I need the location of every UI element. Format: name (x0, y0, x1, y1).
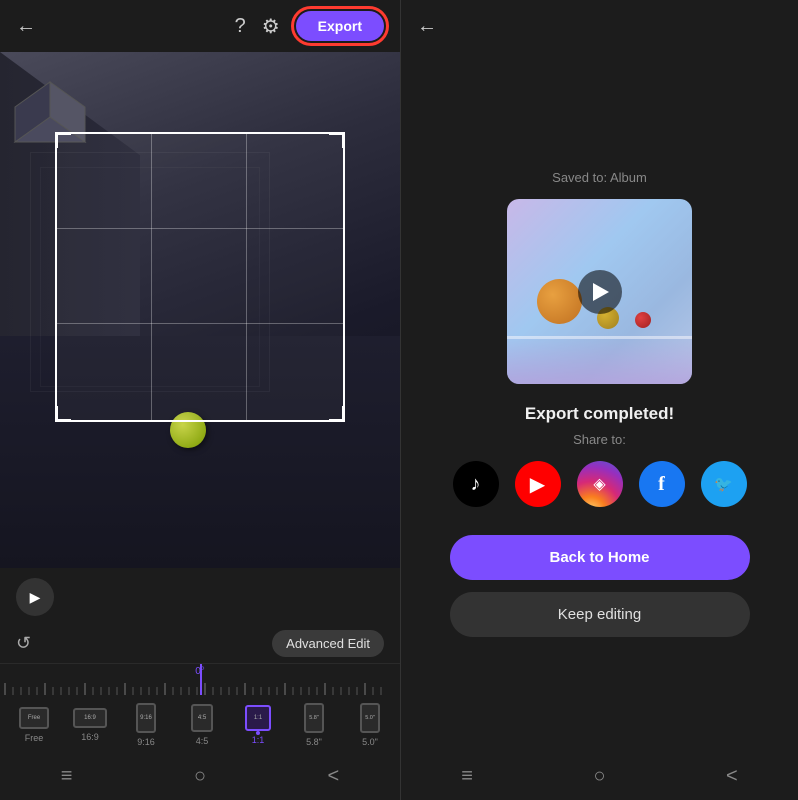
keep-editing-button[interactable]: Keep editing (450, 592, 750, 637)
nav-bar-right: ≡ ○ < (401, 755, 798, 800)
share-instagram-button[interactable]: ◈ (577, 461, 623, 507)
right-panel: ← Saved to: Album Export completed! Shar… (401, 0, 798, 800)
crop-grid (57, 134, 343, 420)
export-button[interactable]: Export (296, 11, 384, 41)
reset-button[interactable]: ↺ (16, 633, 31, 654)
share-icons: ♪ ▶ ◈ f 🐦 (453, 461, 747, 507)
aspect-item-4-5[interactable]: 4:5 4:5 (180, 704, 224, 746)
aspect-item-16-9[interactable]: 16:9 16:9 (68, 708, 112, 742)
right-header: ← (401, 0, 798, 52)
header-icons: ? ⚙ Export (235, 11, 384, 41)
aspect-item-9-16[interactable]: 9:16 9:16 (124, 703, 168, 747)
aspect-ratio-bar: Free Free 16:9 16:9 9:16 9:16 4:5 4:5 1:… (0, 695, 400, 755)
advanced-edit-button[interactable]: Advanced Edit (272, 630, 384, 657)
left-header: ← ? ⚙ Export (0, 0, 400, 52)
grid-line-h1 (57, 228, 343, 229)
left-panel: ← ? ⚙ Export (0, 0, 400, 800)
aspect-item-5-8[interactable]: 5.8" 5.8" (292, 703, 336, 747)
right-nav-back-icon[interactable]: < (726, 765, 738, 788)
right-nav-menu-icon[interactable]: ≡ (461, 765, 473, 788)
nav-bar-left: ≡ ○ < (0, 755, 400, 800)
video-thumbnail[interactable] (507, 199, 692, 384)
thumbnail-ball-1 (537, 279, 582, 324)
grid-line-v1 (151, 134, 152, 420)
nav-home-icon[interactable]: ○ (194, 765, 206, 788)
thumbnail-gradient (507, 334, 692, 384)
aspect-icon-4-5: 4:5 (191, 704, 213, 732)
saved-label: Saved to: Album (552, 170, 647, 185)
aspect-label-5-0: 5.0" (362, 737, 378, 747)
twitter-icon: 🐦 (714, 475, 733, 493)
aspect-item-5-0[interactable]: 5.0" 5.0" (348, 703, 392, 747)
aspect-icon-free: Free (19, 707, 49, 729)
share-facebook-button[interactable]: f (639, 461, 685, 507)
share-youtube-button[interactable]: ▶ (515, 461, 561, 507)
aspect-icon-16-9: 16:9 (73, 708, 107, 728)
share-twitter-button[interactable]: 🐦 (701, 461, 747, 507)
bottom-controls: ▶ ↺ Advanced Edit 0° /* ticks rendered v… (0, 568, 400, 800)
ruler-ticks-svg (0, 663, 400, 695)
help-button[interactable]: ? (235, 15, 246, 38)
aspect-label-9-16: 9:16 (137, 737, 155, 747)
nav-menu-icon[interactable]: ≡ (61, 765, 73, 788)
right-nav-home-icon[interactable]: ○ (593, 765, 605, 788)
facebook-icon: f (658, 473, 665, 496)
aspect-icon-1-1: 1:1 (245, 705, 271, 731)
timeline-ruler[interactable]: 0° /* ticks rendered via CSS below */ (0, 663, 400, 695)
thumbnail-play-overlay[interactable] (578, 270, 622, 314)
aspect-label-4-5: 4:5 (196, 736, 209, 746)
crop-overlay[interactable] (55, 132, 345, 422)
share-label: Share to: (573, 432, 626, 447)
aspect-label-1-1: 1:1 (252, 735, 265, 745)
aspect-icon-5-8: 5.8" (304, 703, 324, 733)
tiktok-icon: ♪ (471, 473, 481, 496)
playback-row: ▶ (0, 568, 400, 626)
aspect-icon-5-0: 5.0" (360, 703, 380, 733)
instagram-icon: ◈ (593, 474, 605, 494)
aspect-item-free[interactable]: Free Free (12, 707, 56, 743)
back-button[interactable]: ← (16, 15, 36, 38)
grid-line-v2 (246, 134, 247, 420)
back-to-home-button[interactable]: Back to Home (450, 535, 750, 580)
settings-button[interactable]: ⚙ (262, 14, 280, 39)
share-tiktok-button[interactable]: ♪ (453, 461, 499, 507)
export-complete-content: Saved to: Album Export completed! Share … (401, 52, 798, 755)
play-triangle-icon (593, 283, 609, 301)
nav-back-icon[interactable]: < (328, 765, 340, 788)
thumbnail-ball-3 (635, 312, 651, 328)
right-back-button[interactable]: ← (417, 15, 437, 38)
aspect-label-5-8: 5.8" (306, 737, 322, 747)
grid-line-h2 (57, 323, 343, 324)
advanced-edit-row: ↺ Advanced Edit (0, 626, 400, 663)
aspect-icon-9-16: 9:16 (136, 703, 156, 733)
aspect-label-free: Free (25, 733, 44, 743)
play-icon: ▶ (30, 589, 41, 606)
video-area (0, 52, 400, 568)
play-button[interactable]: ▶ (16, 578, 54, 616)
video-canvas (0, 52, 400, 568)
export-completed-label: Export completed! (525, 404, 674, 424)
youtube-icon: ▶ (530, 472, 545, 497)
aspect-label-16-9: 16:9 (81, 732, 99, 742)
aspect-item-1-1[interactable]: 1:1 1:1 (236, 705, 280, 745)
